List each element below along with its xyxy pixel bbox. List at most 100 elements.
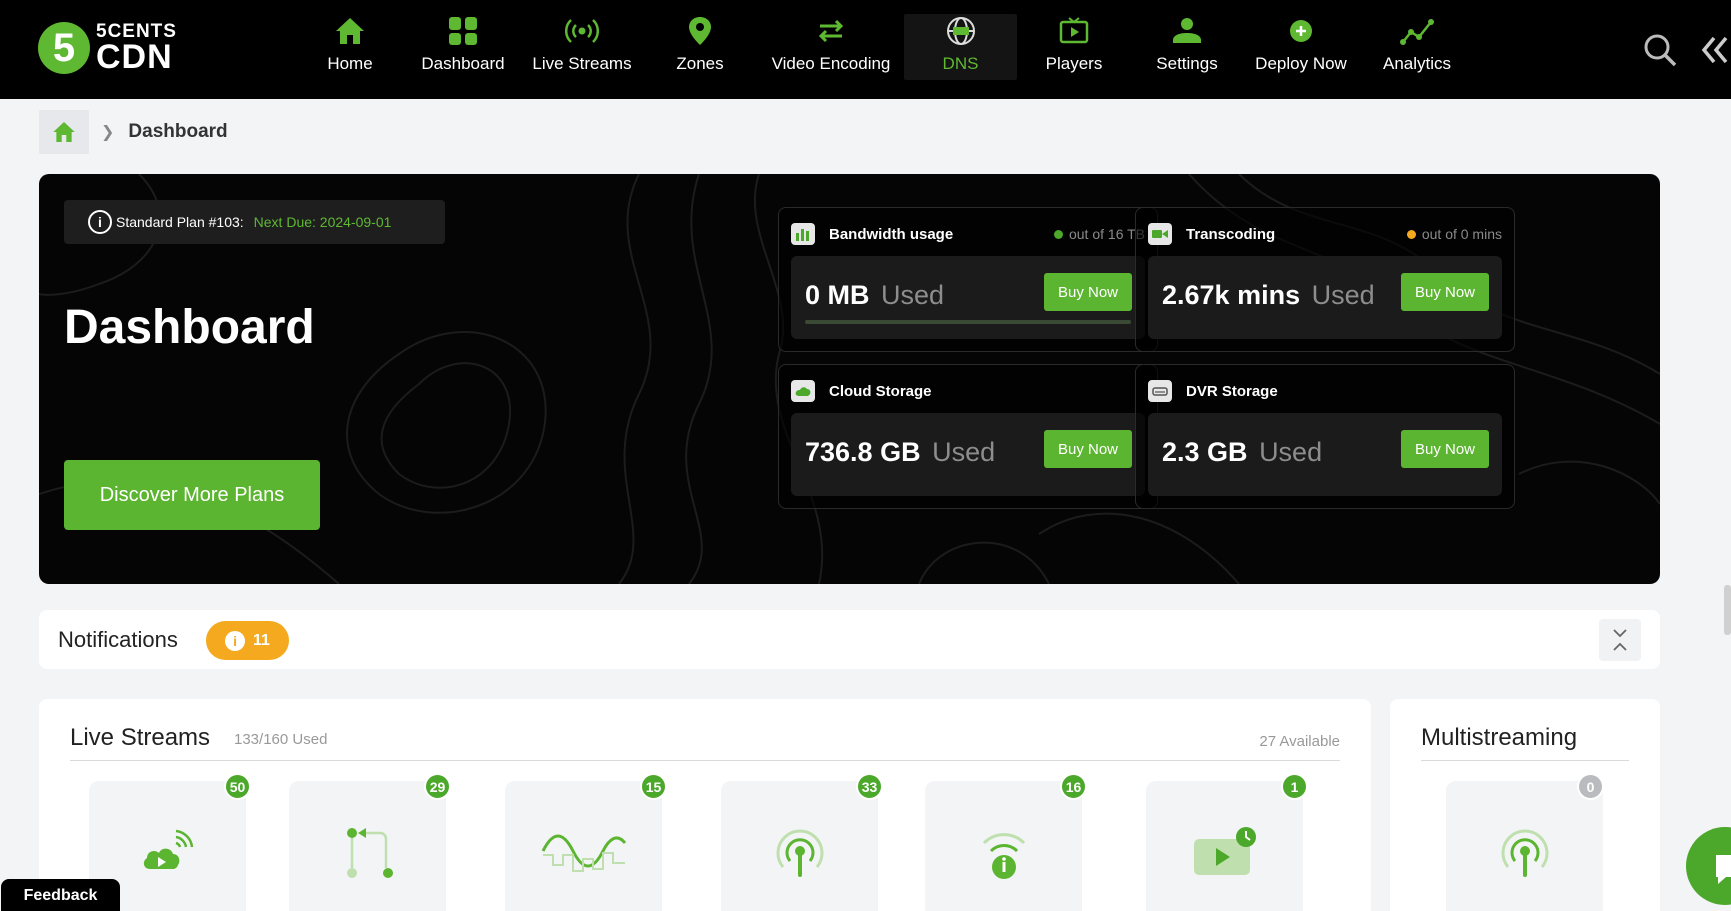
chevron-collapse-icon	[1613, 629, 1627, 651]
plan-label: Standard Plan #103:	[116, 214, 244, 230]
nav-live-streams[interactable]: Live Streams	[530, 14, 634, 80]
stat-value: 736.8 GB Used	[805, 437, 995, 468]
multistream-tile[interactable]	[1446, 781, 1603, 911]
stream-count-badge: 29	[424, 773, 451, 800]
nav-label: Players	[1045, 54, 1103, 73]
waveform-icon	[541, 834, 626, 872]
settings-icon	[1173, 18, 1201, 43]
encoding-icon	[818, 19, 844, 43]
double-chevron-left-icon[interactable]	[1700, 32, 1731, 68]
discover-more-plans-button[interactable]: Discover More Plans	[64, 460, 320, 530]
value-used-label: Used	[1311, 280, 1375, 310]
wifi-info-icon	[982, 833, 1025, 879]
player-icon	[1059, 17, 1089, 44]
logo-badge: 5	[38, 22, 90, 74]
chat-icon	[1716, 855, 1731, 884]
nav-analytics[interactable]: Analytics	[1379, 14, 1455, 80]
nav-video-encoding[interactable]: Video Encoding	[769, 14, 893, 80]
buy-now-button[interactable]: Buy Now	[1044, 273, 1132, 311]
stat-quota: out of 16 TB	[1053, 226, 1145, 242]
bandwidth-usage-card: Bandwidth usage out of 16 TB 0 MB Used B…	[778, 207, 1158, 352]
top-navigation-bar: 5 5CENTS CDN Home Dashboard Live Streams…	[0, 0, 1731, 99]
nav-label: Video Encoding	[771, 54, 891, 73]
value-amount: 736.8 GB	[805, 437, 921, 467]
buy-now-button[interactable]: Buy Now	[1044, 430, 1132, 468]
cloud-icon	[791, 380, 815, 402]
stream-count-badge: 50	[224, 773, 251, 800]
nav-deploy-now[interactable]: Deploy Now	[1252, 14, 1350, 80]
divider	[70, 760, 1340, 761]
nav-dashboard[interactable]: Dashboard	[418, 14, 508, 80]
feedback-tab[interactable]: Feedback	[1, 879, 120, 911]
info-icon: i	[88, 210, 112, 234]
value-used-label: Used	[881, 280, 945, 310]
value-used-label: Used	[1259, 437, 1323, 467]
status-dot	[1406, 229, 1416, 239]
stat-value: 2.3 GB Used	[1162, 437, 1322, 468]
multistreaming-panel: Multistreaming 0	[1390, 699, 1660, 911]
notifications-title: Notifications	[58, 627, 178, 652]
dvr-storage-card: DVR Storage 2.3 GB Used Buy Now	[1135, 364, 1515, 509]
buy-now-button[interactable]: Buy Now	[1401, 430, 1489, 468]
antenna-icon	[776, 829, 823, 877]
info-icon: i	[225, 630, 246, 651]
antenna-icon	[1501, 829, 1548, 877]
scheduled-video-icon	[1193, 827, 1256, 875]
analytics-icon	[1400, 19, 1434, 45]
stream-count-badge: 16	[1060, 773, 1087, 800]
cloud-broadcast-icon	[143, 829, 193, 869]
stream-count-badge: 15	[640, 773, 667, 800]
stat-value: 0 MB Used	[805, 280, 944, 311]
hard-drive-icon	[1148, 380, 1172, 402]
multistream-count-badge: 0	[1577, 773, 1604, 800]
panel-title: Multistreaming	[1421, 724, 1578, 751]
nav-settings[interactable]: Settings	[1151, 14, 1223, 80]
globe-icon	[946, 17, 975, 45]
stream-tile[interactable]	[505, 781, 662, 911]
bar-chart-icon	[791, 223, 815, 245]
value-amount: 0 MB	[805, 280, 870, 310]
stream-count-badge: 33	[856, 773, 883, 800]
stream-routing-icon	[346, 828, 393, 878]
nav-label: Deploy Now	[1255, 54, 1347, 73]
stream-tile[interactable]	[1146, 781, 1303, 911]
scrollbar[interactable]	[1724, 585, 1731, 635]
brand-logo[interactable]: 5 5CENTS CDN	[38, 22, 177, 74]
streams-used-count: 133/160 Used	[234, 731, 328, 748]
home-icon	[336, 18, 364, 44]
stat-title: Bandwidth usage	[829, 225, 954, 243]
stream-tile[interactable]	[925, 781, 1082, 911]
quota-text: out of 16 TB	[1068, 226, 1145, 242]
transcoding-card: Transcoding out of 0 mins 2.67k mins Use…	[1135, 207, 1515, 352]
dashboard-icon	[449, 17, 477, 45]
stat-title: Cloud Storage	[829, 382, 932, 400]
notifications-bar[interactable]: Notifications i 11	[39, 610, 1660, 669]
breadcrumb: ❯ Dashboard	[39, 110, 228, 154]
stream-tile[interactable]	[289, 781, 446, 911]
nav-dns[interactable]: DNS	[904, 14, 1017, 80]
notifications-count-badge[interactable]: i 11	[206, 621, 289, 660]
buy-now-button[interactable]: Buy Now	[1401, 273, 1489, 311]
stat-quota: out of 0 mins	[1406, 226, 1502, 242]
nav-players[interactable]: Players	[1044, 14, 1104, 80]
search-icon[interactable]	[1640, 30, 1680, 70]
chat-button[interactable]	[1686, 827, 1731, 905]
stat-title: Transcoding	[1186, 225, 1276, 243]
usage-progress-bar	[805, 320, 1131, 324]
stream-count-badge: 1	[1281, 773, 1308, 800]
quota-text: out of 0 mins	[1421, 226, 1502, 242]
breadcrumb-home[interactable]	[39, 110, 89, 154]
nav-home[interactable]: Home	[318, 14, 382, 80]
stream-tile[interactable]	[721, 781, 878, 911]
plus-circle-icon	[1290, 20, 1312, 42]
nav-label: Analytics	[1382, 54, 1452, 73]
status-dot	[1053, 229, 1063, 239]
nav-zones[interactable]: Zones	[670, 14, 730, 80]
cloud-storage-card: Cloud Storage 736.8 GB Used Buy Now	[778, 364, 1158, 509]
stat-title: DVR Storage	[1186, 382, 1278, 400]
home-icon	[53, 122, 75, 142]
plan-info-pill: i Standard Plan #103: Next Due: 2024-09-…	[64, 200, 445, 244]
collapse-toggle-button[interactable]	[1599, 619, 1641, 661]
live-streams-panel: Live Streams 133/160 Used 27 Available 5…	[39, 699, 1371, 911]
value-used-label: Used	[932, 437, 996, 467]
